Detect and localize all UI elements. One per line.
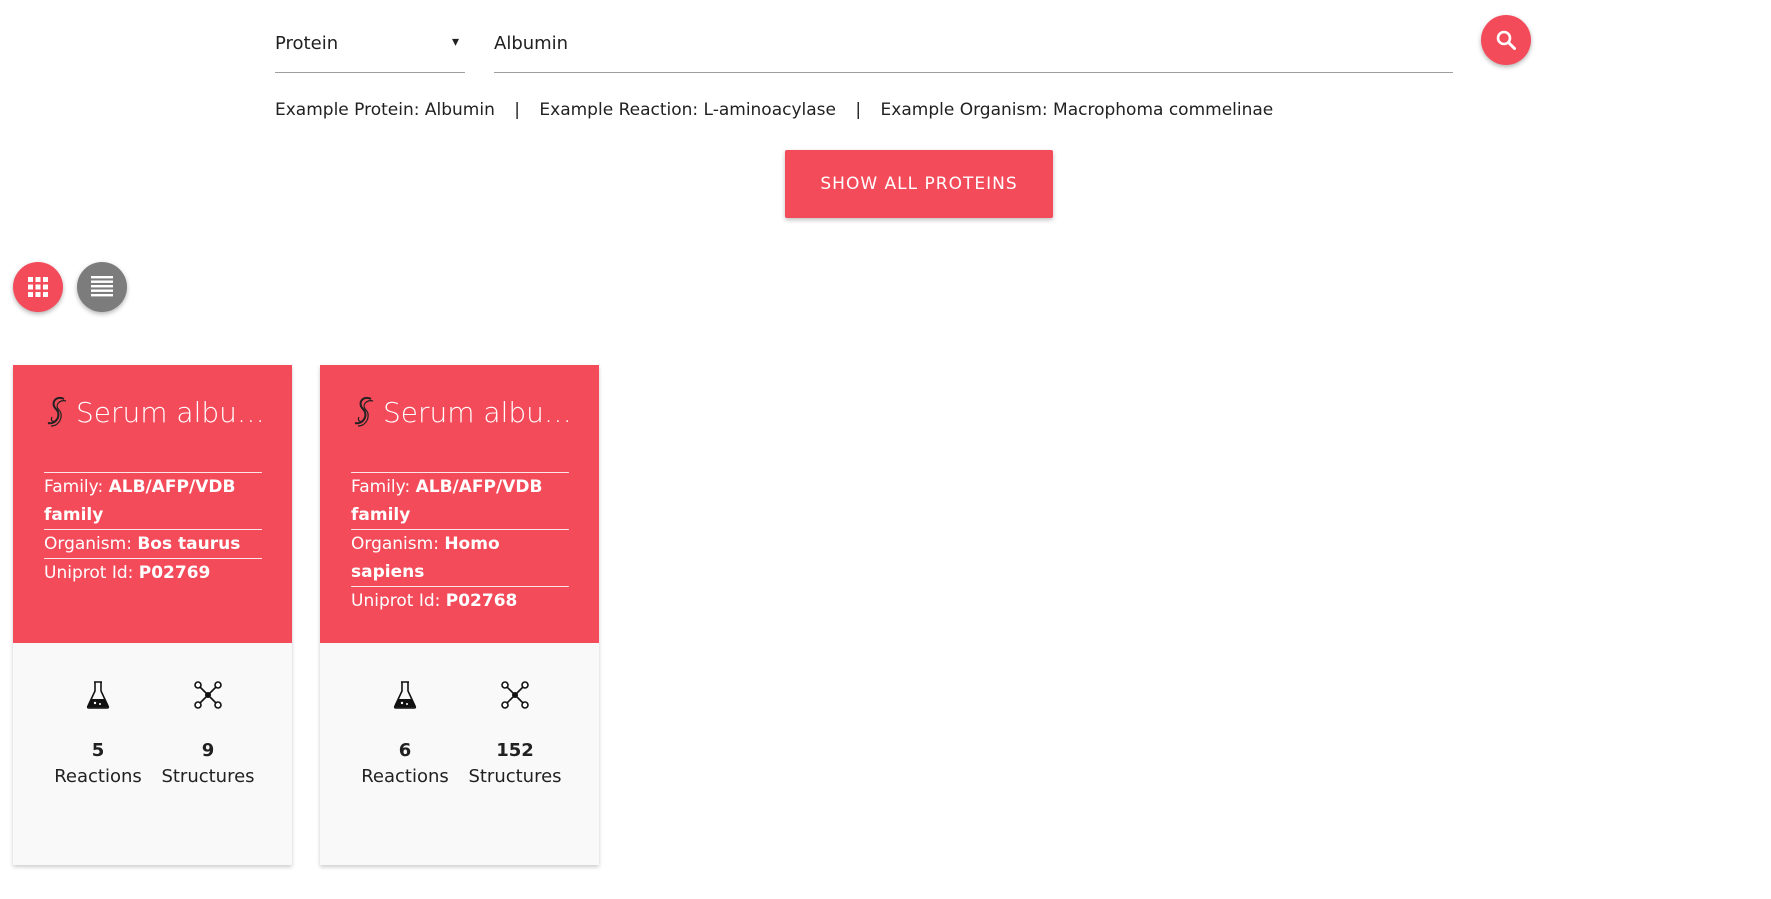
flask-icon <box>86 681 110 709</box>
uniprot-label: Uniprot Id: <box>44 563 134 583</box>
structures-count: 152 <box>496 740 534 761</box>
search-input[interactable] <box>494 33 1453 54</box>
family-row: Family: ALB/AFP/VDB family <box>44 472 262 529</box>
protein-icon <box>354 397 374 427</box>
list-view-button[interactable] <box>77 262 127 312</box>
search-type-select[interactable]: Protein ▾ <box>275 22 465 73</box>
structures-label: Structures <box>468 766 562 787</box>
search-type-value: Protein <box>275 33 339 54</box>
uniprot-value: P02768 <box>445 591 518 611</box>
example-reaction[interactable]: Example Reaction: L-aminoacylase <box>539 100 836 120</box>
card-info: Family: ALB/AFP/VDB family Organism: Bos… <box>44 472 262 587</box>
uniprot-row: Uniprot Id: P02769 <box>44 558 262 587</box>
structures-stat[interactable]: 9 Structures <box>153 680 263 787</box>
card-title-text: Serum albu… <box>383 395 571 429</box>
reactions-count: 5 <box>91 740 105 761</box>
chevron-down-icon: ▾ <box>451 34 459 50</box>
structures-count: 9 <box>201 740 215 761</box>
card-title: Serum albu… <box>351 395 571 429</box>
card-title: Serum albu… <box>44 395 264 429</box>
protein-icon <box>47 397 67 427</box>
reactions-count: 6 <box>398 740 412 761</box>
flask-icon <box>393 681 417 709</box>
search-field[interactable] <box>494 22 1453 73</box>
list-icon <box>91 276 113 297</box>
card-header: Serum albu… Family: ALB/AFP/VDB family O… <box>13 365 292 643</box>
reactions-stat[interactable]: 6 Reactions <box>350 680 460 787</box>
separator: | <box>514 100 520 120</box>
organism-value: Bos taurus <box>137 534 241 554</box>
protein-card[interactable]: Serum albu… Family: ALB/AFP/VDB family O… <box>320 365 599 865</box>
structures-stat[interactable]: 152 Structures <box>460 680 570 787</box>
family-label: Family: <box>44 477 104 497</box>
protein-card[interactable]: Serum albu… Family: ALB/AFP/VDB family O… <box>13 365 292 865</box>
card-title-text: Serum albu… <box>76 395 264 429</box>
example-organism[interactable]: Example Organism: Macrophoma commelinae <box>881 100 1274 120</box>
example-protein[interactable]: Example Protein: Albumin <box>275 100 495 120</box>
card-header: Serum albu… Family: ALB/AFP/VDB family O… <box>320 365 599 643</box>
organism-label: Organism: <box>44 534 132 554</box>
examples-line: Example Protein: Albumin | Example React… <box>275 100 1273 120</box>
search-icon <box>1496 30 1516 50</box>
molecule-icon <box>194 681 222 709</box>
family-label: Family: <box>351 477 411 497</box>
organism-row: Organism: Bos taurus <box>44 529 262 558</box>
card-info: Family: ALB/AFP/VDB family Organism: Hom… <box>351 472 569 615</box>
search-button[interactable] <box>1481 15 1531 65</box>
grid-view-button[interactable] <box>13 262 63 312</box>
grid-icon <box>28 277 48 297</box>
reactions-stat[interactable]: 5 Reactions <box>43 680 153 787</box>
molecule-icon <box>501 681 529 709</box>
uniprot-label: Uniprot Id: <box>351 591 441 611</box>
uniprot-value: P02769 <box>138 563 211 583</box>
separator: | <box>855 100 862 120</box>
show-all-proteins-button[interactable]: SHOW ALL PROTEINS <box>785 150 1053 218</box>
family-row: Family: ALB/AFP/VDB family <box>351 472 569 529</box>
uniprot-row: Uniprot Id: P02768 <box>351 586 569 615</box>
reactions-label: Reactions <box>54 766 142 787</box>
organism-label: Organism: <box>351 534 439 554</box>
structures-label: Structures <box>161 766 255 787</box>
organism-row: Organism: Homo sapiens <box>351 529 569 586</box>
reactions-label: Reactions <box>361 766 449 787</box>
